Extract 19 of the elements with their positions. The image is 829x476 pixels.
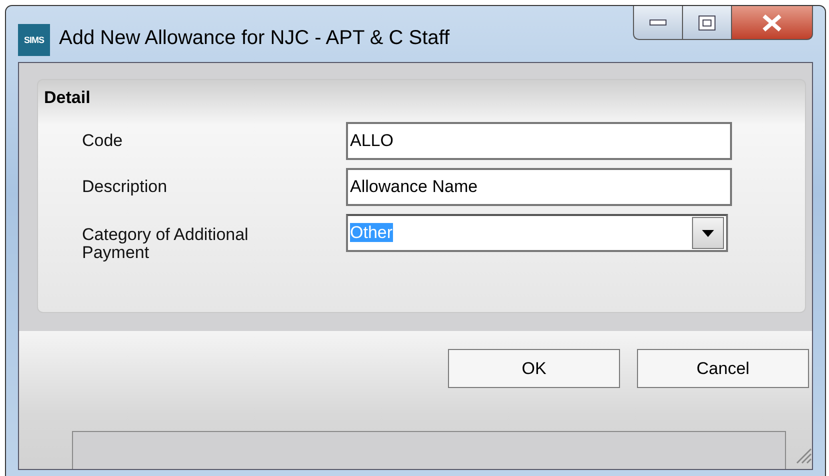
field-label: Description: [81, 176, 168, 196]
text-field[interactable]: ALLO: [346, 122, 732, 160]
field-label: Category of Additional Payment: [81, 224, 250, 262]
maximize-icon: [698, 14, 716, 30]
cancel-button[interactable]: Cancel: [637, 349, 809, 388]
close-icon: [761, 14, 783, 32]
field-label: Code: [81, 130, 124, 150]
ok-button[interactable]: OK: [448, 349, 620, 388]
maximize-button[interactable]: [682, 6, 731, 40]
text-field[interactable]: Allowance Name: [346, 168, 732, 206]
close-button[interactable]: [731, 6, 813, 40]
dropdown-button[interactable]: [692, 217, 724, 249]
app-logo: SIMS: [18, 24, 50, 56]
section-title: Detail: [44, 88, 92, 108]
minimize-icon: [649, 18, 667, 26]
caret-icon: [702, 230, 714, 236]
minimize-button[interactable]: [633, 6, 682, 40]
window-title: Add New Allowance for NJC - APT & C Staff: [59, 27, 451, 50]
resize-grip-icon[interactable]: [794, 446, 812, 464]
